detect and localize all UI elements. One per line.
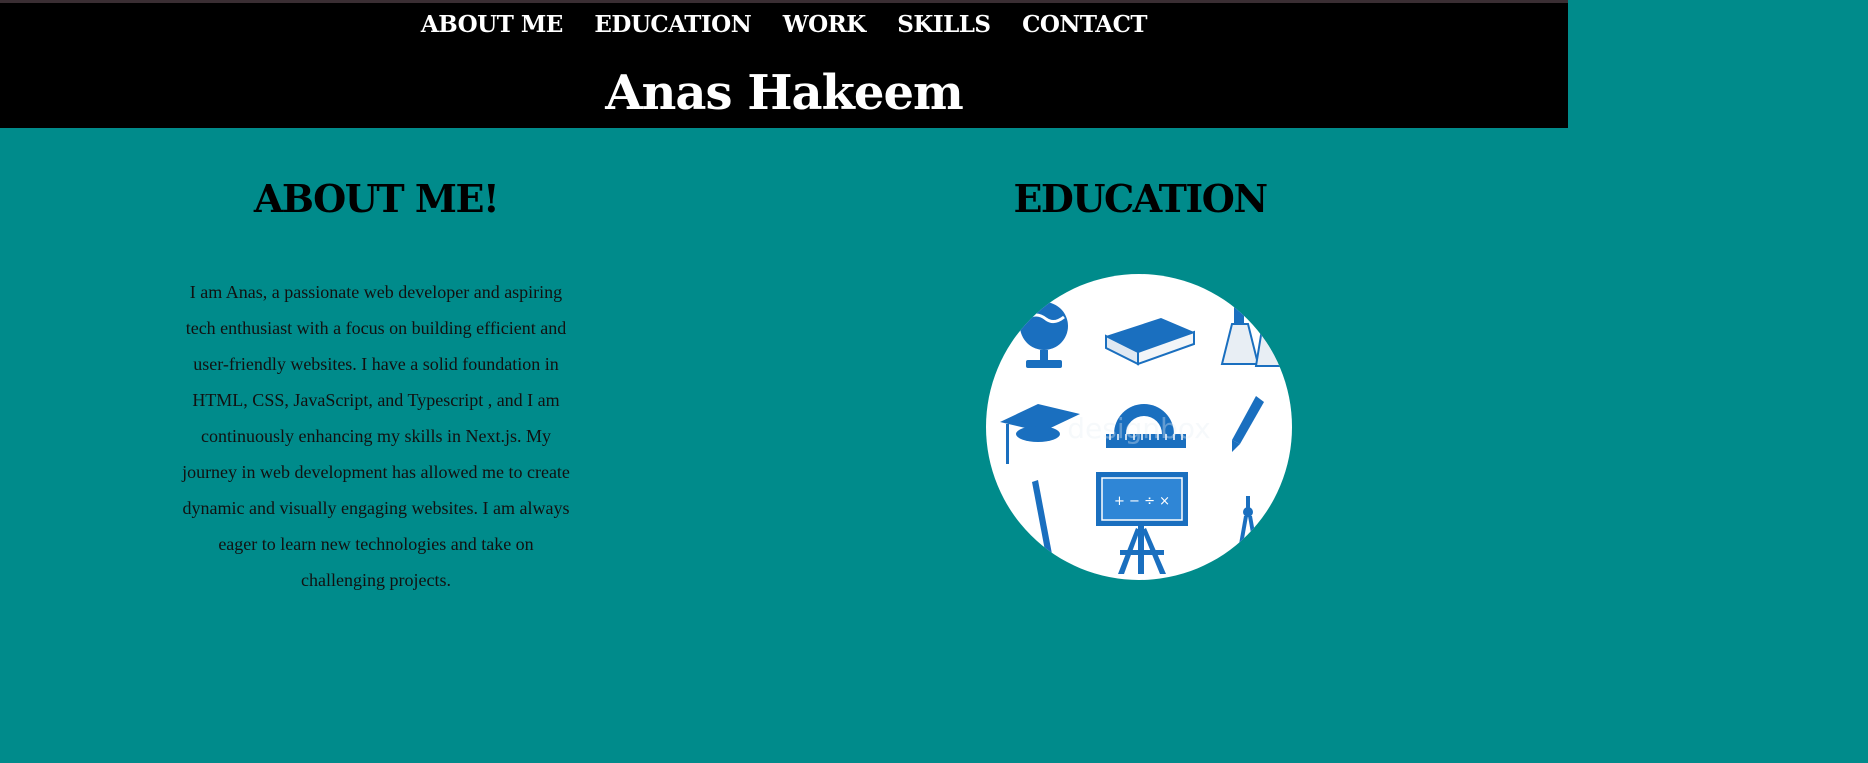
nav-item-skills[interactable]: SKILLS xyxy=(897,11,991,38)
nav-item-contact[interactable]: CONTACT xyxy=(1022,11,1148,38)
about-title: ABOUT ME! xyxy=(253,176,500,221)
compass-icon xyxy=(1238,496,1258,550)
globe-icon xyxy=(1020,302,1068,368)
education-icons-illustration: + − ÷ × designbox xyxy=(1000,302,1286,574)
pencil-icon xyxy=(1032,480,1052,556)
education-title: EDUCATION xyxy=(1013,176,1268,221)
nav-item-education[interactable]: EDUCATION xyxy=(594,11,751,38)
blackboard-icon: + − ÷ × xyxy=(1096,472,1188,574)
site-header: ABOUT ME EDUCATION WORK SKILLS CONTACT A… xyxy=(0,3,1568,128)
main-nav: ABOUT ME EDUCATION WORK SKILLS CONTACT xyxy=(0,11,1568,38)
flask-icon xyxy=(1220,304,1286,367)
watermark: designbox xyxy=(1067,412,1211,445)
site-brand-name: Anas Hakeem xyxy=(605,65,964,121)
education-image: + − ÷ × designbox xyxy=(986,274,1292,580)
nav-item-about-me[interactable]: ABOUT ME xyxy=(421,11,563,38)
book-icon xyxy=(1105,318,1195,366)
pen-icon xyxy=(1232,396,1264,452)
board-symbols: + − ÷ × xyxy=(1114,494,1170,509)
about-paragraph: I am Anas, a passionate web developer an… xyxy=(182,282,570,590)
nav-item-work[interactable]: WORK xyxy=(783,11,866,38)
